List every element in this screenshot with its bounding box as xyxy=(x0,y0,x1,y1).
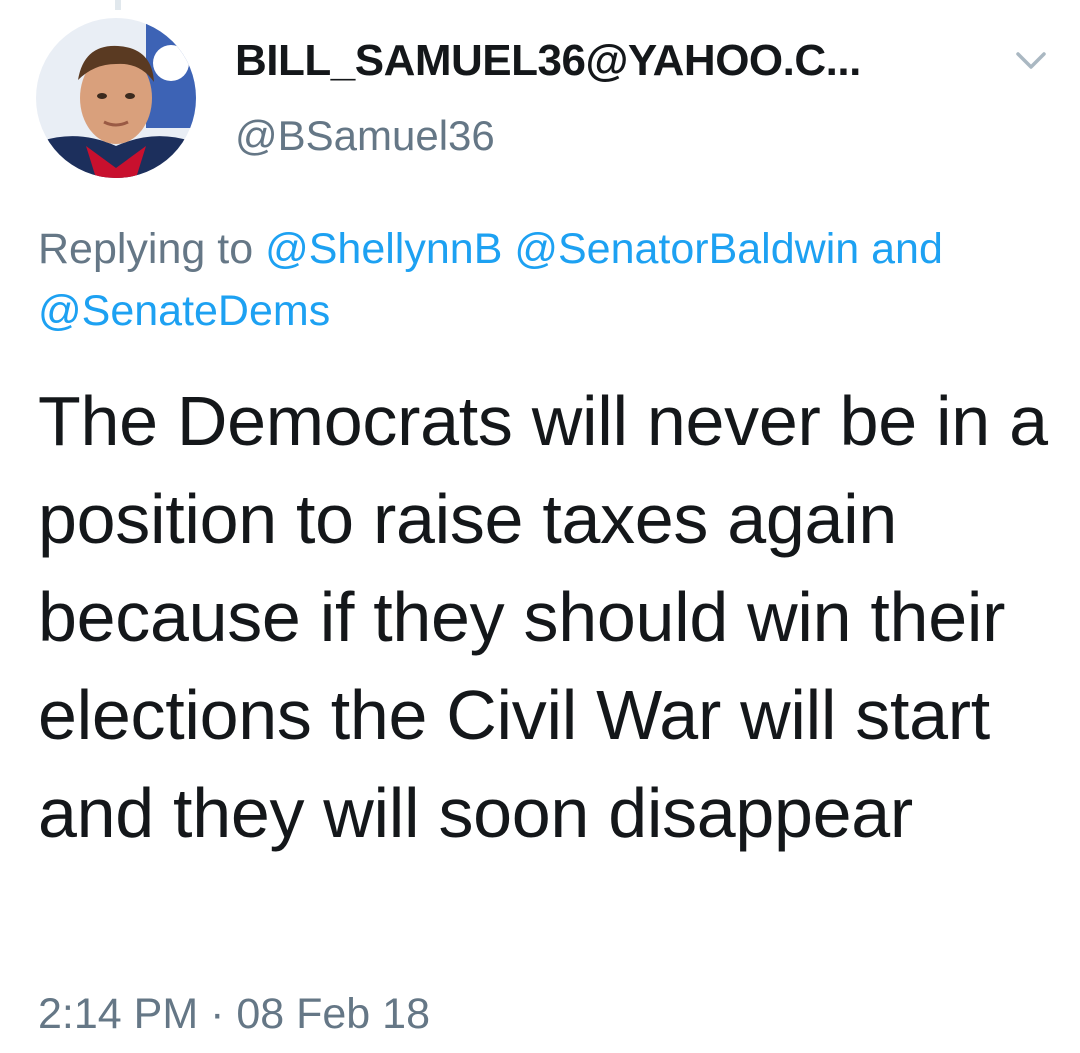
author-display-name[interactable]: BILL_SAMUEL36@YAHOO.C... xyxy=(235,36,861,86)
thread-connector-line xyxy=(115,0,121,10)
reply-prefix: Replying to xyxy=(38,225,254,273)
mention-link-shellynnb[interactable]: @ShellynnB xyxy=(265,225,502,273)
avatar-photo-icon xyxy=(36,18,196,178)
reply-joiner: and xyxy=(871,225,943,273)
tweet-timestamp[interactable]: 2:14 PM · 08 Feb 18 xyxy=(38,990,430,1039)
reply-context: Replying to @ShellynnB @SenatorBaldwin a… xyxy=(38,218,1048,342)
mention-link-senatorbaldwin[interactable]: @SenatorBaldwin xyxy=(514,225,859,273)
author-handle[interactable]: @BSamuel36 xyxy=(235,112,495,160)
mention-link-senatedems[interactable]: @SenateDems xyxy=(38,287,330,335)
author-avatar[interactable] xyxy=(36,18,196,178)
tweet-body-text: The Democrats will never be in a positio… xyxy=(38,382,1048,852)
chevron-down-icon[interactable] xyxy=(1014,48,1048,72)
